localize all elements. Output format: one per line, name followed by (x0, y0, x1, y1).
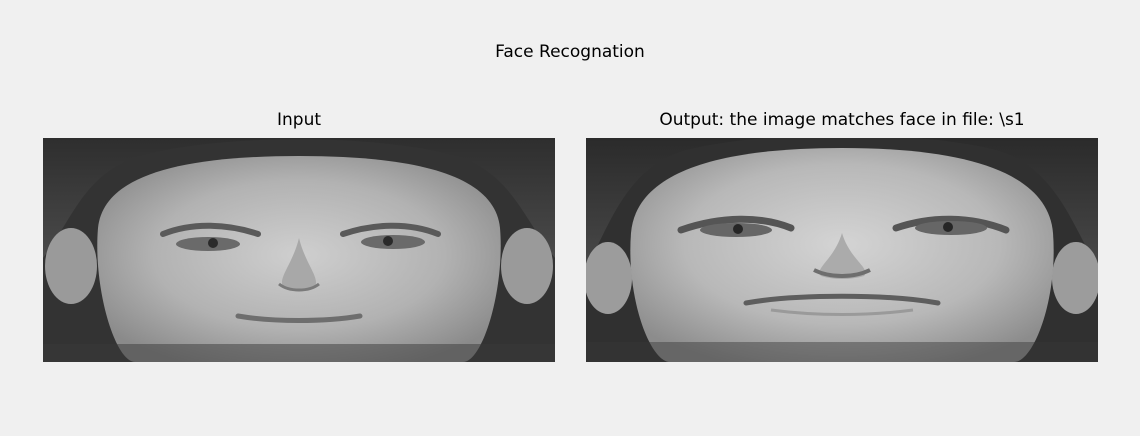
output-panel: Output: the image matches face in file: … (586, 108, 1098, 362)
figure-title: Face Recognation (495, 42, 645, 62)
output-face-image (586, 138, 1098, 362)
figure-window: Face Recognation Input Output: the image… (0, 0, 1140, 436)
input-panel-title: Input (276, 110, 322, 130)
input-face-image (43, 138, 555, 362)
input-panel: Input (43, 108, 555, 362)
output-panel-title: Output: the image matches face in file: … (659, 110, 1025, 130)
